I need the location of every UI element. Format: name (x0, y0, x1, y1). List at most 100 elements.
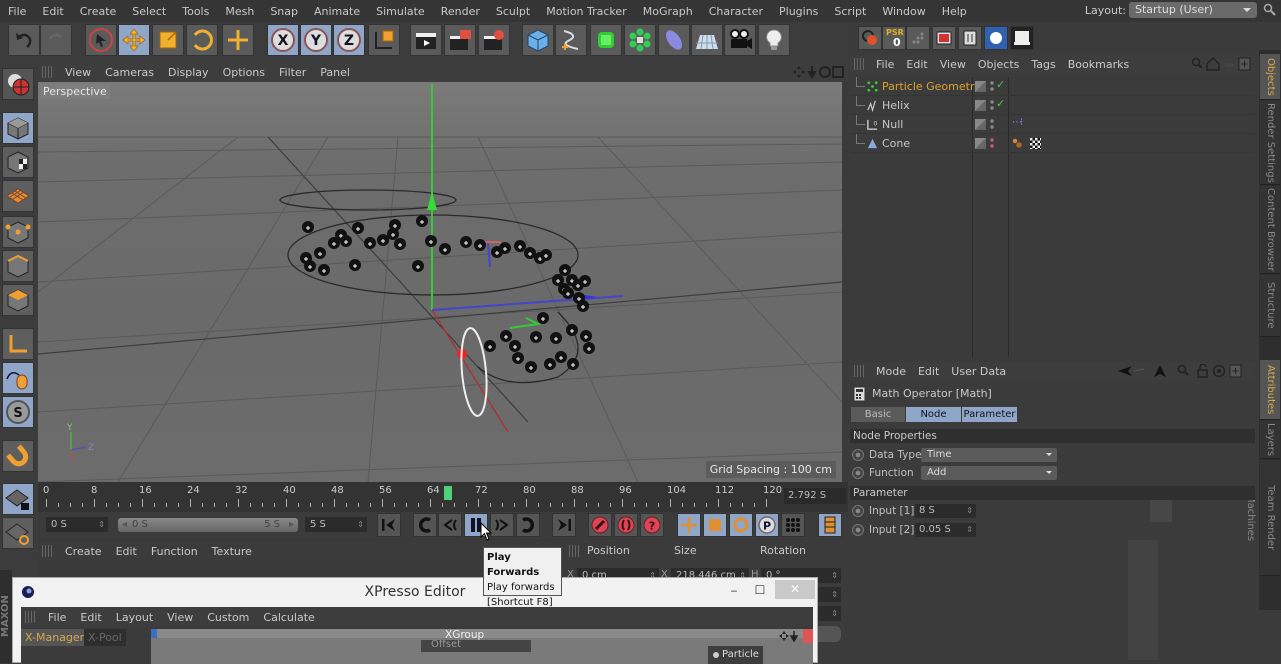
menu-edit[interactable]: Edit (34, 5, 71, 18)
parameter-track-button[interactable]: P (755, 513, 779, 537)
subdivision-button[interactable] (590, 24, 622, 56)
xpresso-menu-custom[interactable]: Custom (200, 611, 256, 624)
menu-tools[interactable]: Tools (174, 5, 217, 18)
input1-field[interactable]: 8 S (915, 504, 976, 518)
viewport-menu-view[interactable]: View (58, 66, 98, 79)
object-name[interactable]: Cone (882, 137, 910, 150)
previous-frame-button[interactable] (438, 513, 462, 537)
xpresso-menu-file[interactable]: File (41, 611, 73, 624)
live-selection-button[interactable] (85, 24, 117, 56)
menu-create[interactable]: Create (72, 5, 125, 18)
floor-button[interactable] (691, 24, 723, 56)
object-row[interactable]: Helix ✓ (850, 96, 1255, 115)
object-row[interactable]: Cone (850, 134, 1255, 153)
viewport-menu-filter[interactable]: Filter (272, 66, 313, 79)
menu-mesh[interactable]: Mesh (217, 5, 262, 18)
deformer-button[interactable] (658, 24, 690, 56)
scale-track-button[interactable] (703, 513, 727, 537)
om-menu-view[interactable]: View (934, 58, 972, 71)
input2-animate-radio[interactable] (852, 524, 864, 536)
layout-dropdown[interactable]: Startup (User) (1129, 2, 1257, 18)
layout-button-2[interactable] (958, 26, 982, 50)
goto-next-key-button[interactable] (516, 513, 540, 537)
viewport-nav-icons[interactable] (792, 65, 844, 79)
polygons-mode-button[interactable] (2, 284, 34, 316)
om-menu-edit[interactable]: Edit (900, 58, 933, 71)
grip-handle[interactable] (25, 611, 35, 623)
points-mode-button[interactable] (2, 216, 34, 248)
render-picture-viewer-button[interactable] (444, 24, 476, 56)
object-name[interactable]: Particle Geometry (882, 80, 981, 93)
viewport-menu-cameras[interactable]: Cameras (98, 66, 161, 79)
layer-toggle[interactable] (975, 81, 986, 92)
scheme-button[interactable] (818, 513, 842, 537)
side-tab-content-browser[interactable]: Content Browser (1260, 186, 1280, 274)
node-port-offset[interactable]: Offset (421, 640, 531, 652)
camera-button[interactable] (724, 24, 756, 56)
xpresso-menu-edit[interactable]: Edit (73, 611, 108, 624)
side-tab-attributes[interactable]: Attributes (1260, 360, 1280, 420)
goto-previous-key-button[interactable] (413, 513, 437, 537)
om-menu-objects[interactable]: Objects (972, 58, 1026, 71)
xgroup-canvas[interactable]: XGroup Offset Particle (151, 629, 813, 664)
side-tab-layers[interactable]: Layers (1260, 421, 1280, 459)
viewport-menu-panel[interactable]: Panel (313, 66, 357, 79)
range-right-arrow-icon[interactable]: ▸ (289, 518, 294, 532)
interactive-render-region-button[interactable] (858, 26, 882, 50)
layout-button-1[interactable] (932, 26, 956, 50)
object-row[interactable]: 0 Null ⋯⁝ (850, 115, 1255, 134)
grip-handle[interactable] (42, 545, 52, 557)
om-nav-icons[interactable] (1191, 57, 1253, 71)
xpresso-menu-calculate[interactable]: Calculate (256, 611, 321, 624)
psr-button[interactable]: PSR 0 (882, 26, 906, 50)
y-axis-button[interactable]: Y (300, 24, 332, 56)
menu-animate[interactable]: Animate (306, 5, 368, 18)
solo-button[interactable]: S (2, 396, 34, 428)
goto-end-button[interactable] (552, 513, 576, 537)
om-menu-bookmarks[interactable]: Bookmarks (1062, 58, 1135, 71)
goto-start-button[interactable] (377, 513, 401, 537)
menu-motion-tracker[interactable]: Motion Tracker (538, 5, 634, 18)
layer-toggle[interactable] (975, 119, 986, 130)
add-button[interactable] (222, 24, 254, 56)
attr-menu-edit[interactable]: Edit (912, 365, 945, 378)
enabled-check-icon[interactable]: ✓ (996, 78, 1005, 91)
xpresso-tag-icon[interactable]: ⋯⁝ (1012, 117, 1023, 128)
visibility-dots[interactable] (990, 99, 994, 111)
cube-button[interactable] (522, 24, 554, 56)
input1-animate-radio[interactable] (852, 505, 864, 517)
light-button[interactable] (758, 24, 790, 56)
pan-zoom-icon[interactable] (779, 630, 799, 642)
preview-range-slider[interactable]: ◂ 0 S 5 S ▸ (118, 518, 298, 532)
menu-snap[interactable]: Snap (262, 5, 306, 18)
menu-file[interactable]: File (0, 5, 34, 18)
tab-x-pool[interactable]: X-Pool (84, 629, 126, 646)
node-port-dot[interactable] (713, 652, 719, 658)
texture-mode-button[interactable] (2, 146, 34, 178)
xpresso-menu-view[interactable]: View (160, 611, 200, 624)
range-left-arrow-icon[interactable]: ◂ (122, 518, 127, 532)
snap-button[interactable] (2, 440, 34, 472)
render-view-button[interactable] (410, 24, 442, 56)
enabled-check-icon[interactable]: ✓ (996, 97, 1005, 110)
scale-button[interactable] (152, 24, 184, 56)
position-track-button[interactable] (677, 513, 701, 537)
visibility-dots[interactable] (990, 137, 994, 149)
layer-toggle[interactable] (975, 138, 986, 149)
menu-window[interactable]: Window (874, 5, 933, 18)
menu-character[interactable]: Character (701, 5, 771, 18)
object-name[interactable]: Null (882, 118, 903, 131)
autokeying-button[interactable] (614, 513, 638, 537)
menu-render[interactable]: Render (433, 5, 488, 18)
rotation-track-button[interactable] (729, 513, 753, 537)
camera-label[interactable]: Perspective (40, 84, 110, 99)
phong-tag-icon[interactable] (1012, 138, 1022, 148)
edges-mode-button[interactable] (2, 250, 34, 282)
side-tab-structure[interactable]: Structure (1260, 275, 1280, 337)
material-menu-function[interactable]: Function (144, 545, 205, 558)
search-icon[interactable] (1263, 3, 1277, 17)
grip-handle[interactable] (569, 545, 579, 557)
model-mode-button[interactable] (2, 112, 34, 144)
cloner-button[interactable] (624, 24, 656, 56)
timeline-ruler[interactable]: 0 8 16 24 32 40 48 56 64 72 80 88 96 104 112 120 (43, 485, 782, 509)
